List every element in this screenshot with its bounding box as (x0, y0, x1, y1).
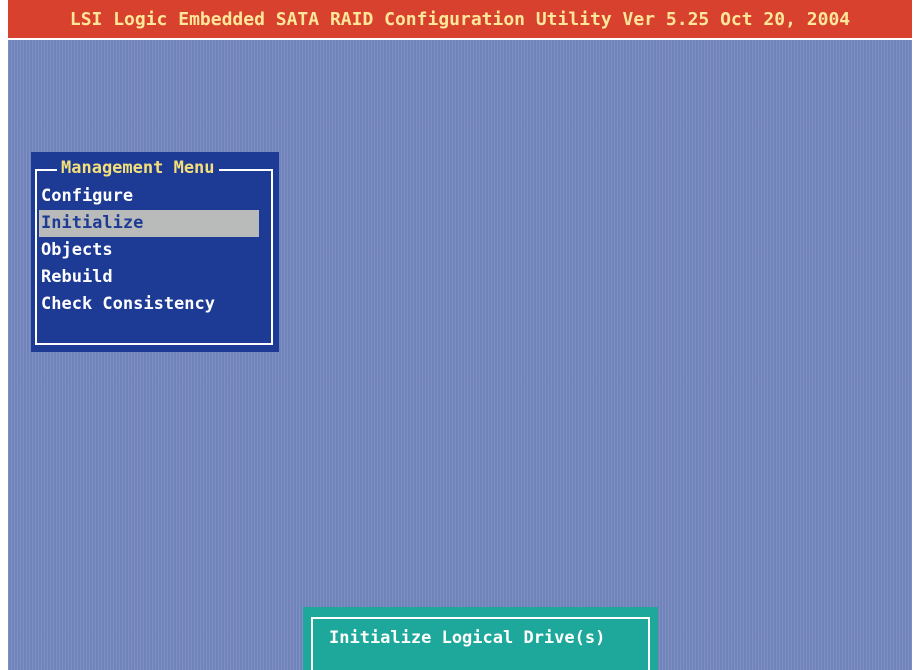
bios-screen: LSI Logic Embedded SATA RAID Configurati… (0, 0, 920, 670)
menu-item-rebuild[interactable]: Rebuild (39, 264, 259, 291)
menu-item-objects[interactable]: Objects (39, 237, 259, 264)
management-menu: Management Menu Configure Initialize Obj… (31, 152, 279, 352)
management-menu-title: Management Menu (57, 157, 219, 179)
menu-item-configure[interactable]: Configure (39, 183, 259, 210)
menu-item-initialize[interactable]: Initialize (39, 210, 259, 237)
management-menu-items: Configure Initialize Objects Rebuild Che… (39, 183, 259, 318)
status-box: Initialize Logical Drive(s) (303, 607, 658, 670)
menu-item-check-consistency[interactable]: Check Consistency (39, 291, 259, 318)
status-text: Initialize Logical Drive(s) (329, 628, 606, 648)
title-bar: LSI Logic Embedded SATA RAID Configurati… (8, 0, 912, 40)
title-bar-text: LSI Logic Embedded SATA RAID Configurati… (69, 9, 851, 30)
